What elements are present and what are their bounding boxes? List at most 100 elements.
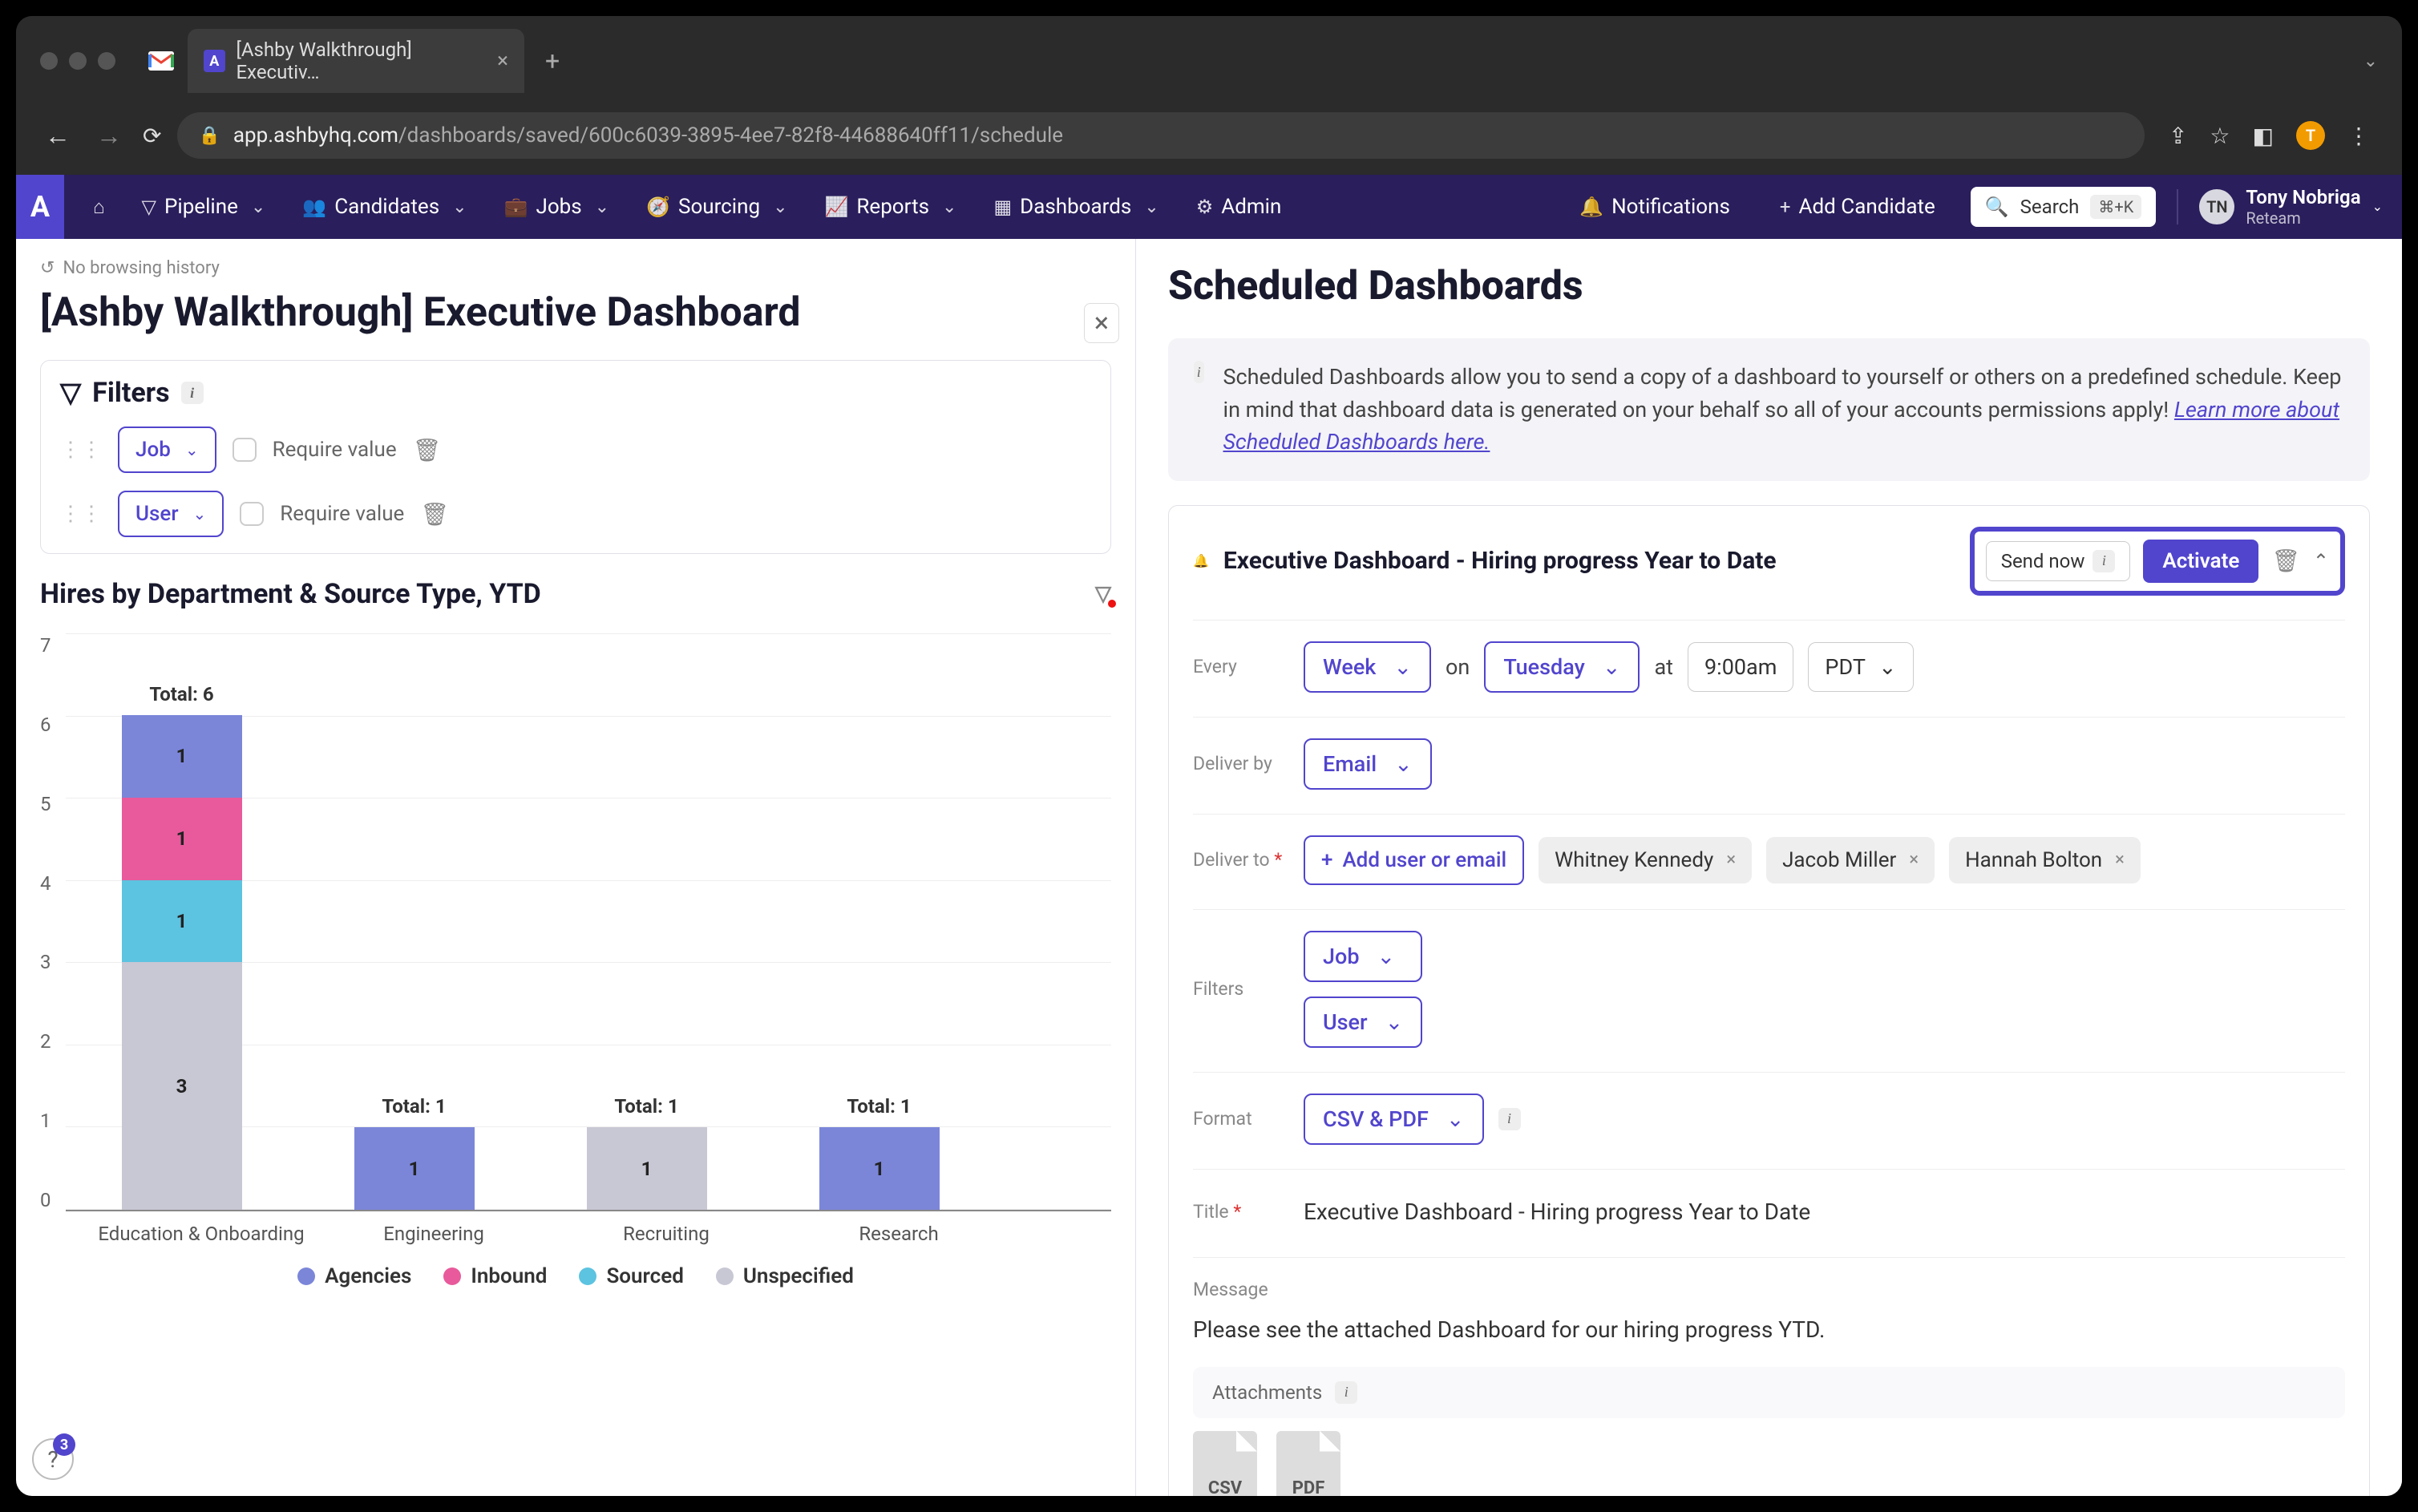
minimize-window[interactable] bbox=[69, 52, 87, 70]
chart-plot: 76543210 Total: 63111Total: 11Total: 11T… bbox=[40, 634, 1111, 1211]
chevron-down-icon: ⌄ bbox=[1878, 654, 1897, 680]
deliver-to-label: Deliver to * bbox=[1193, 849, 1289, 871]
timezone-select[interactable]: PDT⌄ bbox=[1808, 642, 1913, 692]
chart-title: Hires by Department & Source Type, YTD bbox=[40, 578, 541, 610]
gmail-tab-icon[interactable] bbox=[144, 44, 178, 78]
frequency-select[interactable]: Week⌄ bbox=[1304, 641, 1431, 693]
at-label: at bbox=[1654, 654, 1673, 680]
reload-button[interactable]: ⟳ bbox=[143, 123, 161, 149]
chevron-down-icon: ⌄ bbox=[1394, 751, 1413, 777]
chevron-down-icon: ⌄ bbox=[1377, 944, 1396, 969]
chevron-down-icon: ⌄ bbox=[193, 504, 207, 524]
message-input[interactable]: Please see the attached Dashboard for ou… bbox=[1193, 1316, 2345, 1343]
delivery-method-select[interactable]: Email⌄ bbox=[1304, 738, 1432, 790]
info-icon[interactable]: i bbox=[1335, 1381, 1357, 1404]
maximize-window[interactable] bbox=[98, 52, 115, 70]
share-icon[interactable]: ⇪ bbox=[2169, 123, 2187, 149]
info-icon[interactable]: i bbox=[181, 382, 204, 404]
filter-select-user[interactable]: User⌄ bbox=[118, 491, 224, 537]
panel-title: Scheduled Dashboards bbox=[1168, 263, 2370, 309]
add-candidate-button[interactable]: +Add Candidate bbox=[1765, 187, 1950, 227]
bell-icon: 🔔 bbox=[1193, 553, 1209, 568]
format-select[interactable]: CSV & PDF⌄ bbox=[1304, 1094, 1484, 1145]
filter-select-job[interactable]: Job⌄ bbox=[118, 427, 216, 473]
close-window[interactable] bbox=[40, 52, 58, 70]
help-count-badge: 3 bbox=[53, 1433, 75, 1456]
filters-card: ▽ Filters i ⋮⋮ Job⌄ Require value 🗑 bbox=[40, 360, 1111, 554]
search-icon: 🔍 bbox=[1985, 196, 2009, 218]
activate-button[interactable]: Activate bbox=[2143, 540, 2258, 583]
deliver-by-label: Deliver by bbox=[1193, 753, 1289, 774]
user-name: Tony Nobriga bbox=[2246, 186, 2360, 209]
plus-icon: + bbox=[1321, 848, 1332, 872]
nav-dashboards[interactable]: ▦Dashboards bbox=[979, 187, 1173, 227]
chevron-down-icon: ⌄ bbox=[1393, 654, 1412, 680]
chart-filter-indicator-icon[interactable]: ▽ bbox=[1095, 582, 1111, 606]
nav-pipeline[interactable]: ▽Pipeline bbox=[127, 187, 281, 227]
drag-handle-icon[interactable]: ⋮⋮ bbox=[60, 502, 102, 526]
schedule-filter-job[interactable]: Job⌄ bbox=[1304, 931, 1422, 982]
search-button[interactable]: 🔍 Search ⌘+K bbox=[1971, 187, 2157, 227]
on-label: on bbox=[1446, 654, 1470, 680]
title-input[interactable]: Executive Dashboard - Hiring progress Ye… bbox=[1304, 1191, 1810, 1233]
address-bar[interactable]: 🔒 app.ashbyhq.com/dashboards/saved/600c6… bbox=[177, 112, 2144, 159]
bookmark-icon[interactable]: ☆ bbox=[2210, 123, 2230, 149]
url-text: app.ashbyhq.com/dashboards/saved/600c603… bbox=[233, 123, 1063, 148]
schedule-filter-user[interactable]: User⌄ bbox=[1304, 997, 1422, 1048]
attachment-csv[interactable]: CSV bbox=[1193, 1431, 1257, 1497]
help-button[interactable]: ? 3 bbox=[32, 1438, 74, 1480]
attachment-pdf[interactable]: PDF bbox=[1276, 1431, 1340, 1497]
chevron-down-icon: ⌄ bbox=[185, 440, 199, 459]
add-recipient-button[interactable]: +Add user or email bbox=[1304, 835, 1524, 885]
filter-icon: ▽ bbox=[60, 377, 81, 409]
forward-button: → bbox=[91, 120, 127, 151]
delete-filter-icon[interactable]: 🗑 bbox=[420, 501, 449, 528]
remove-chip-icon[interactable]: × bbox=[2115, 850, 2125, 870]
require-value-label: Require value bbox=[273, 438, 397, 462]
remove-chip-icon[interactable]: × bbox=[1909, 850, 1919, 870]
nav-jobs[interactable]: 💼Jobs bbox=[490, 187, 625, 227]
message-label: Message bbox=[1193, 1279, 1289, 1300]
day-select[interactable]: Tuesday⌄ bbox=[1484, 641, 1640, 693]
delete-filter-icon[interactable]: 🗑 bbox=[413, 437, 442, 463]
require-value-checkbox[interactable] bbox=[240, 502, 264, 526]
nav-admin[interactable]: ⚙Admin bbox=[1182, 187, 1296, 227]
time-input[interactable]: 9:00am bbox=[1688, 642, 1793, 692]
close-panel-button[interactable]: × bbox=[1084, 303, 1119, 343]
app-logo[interactable]: A bbox=[16, 175, 64, 239]
breadcrumb: ↺ No browsing history bbox=[40, 258, 1111, 278]
tab-title: [Ashby Walkthrough] Executiv… bbox=[237, 38, 487, 83]
profile-avatar[interactable]: T bbox=[2296, 121, 2325, 150]
nav-reports[interactable]: 📈Reports bbox=[811, 187, 972, 227]
home-icon[interactable]: ⌂ bbox=[79, 188, 119, 227]
browser-tab-active[interactable]: A [Ashby Walkthrough] Executiv… × bbox=[188, 29, 524, 93]
notifications-button[interactable]: 🔔Notifications bbox=[1565, 187, 1745, 227]
format-label: Format bbox=[1193, 1108, 1289, 1130]
nav-sourcing[interactable]: 🧭Sourcing bbox=[632, 187, 802, 227]
chevron-down-icon: ⌄ bbox=[1385, 1009, 1404, 1035]
attachments-header: Attachments i bbox=[1193, 1367, 2345, 1418]
search-shortcut: ⌘+K bbox=[2090, 195, 2141, 219]
nav-candidates[interactable]: 👥Candidates bbox=[288, 187, 481, 227]
chevron-down-icon: ⌄ bbox=[1603, 654, 1621, 680]
user-menu[interactable]: TN Tony Nobriga Reteam ⌄ bbox=[2199, 186, 2383, 228]
new-tab-button[interactable]: + bbox=[534, 46, 571, 76]
window-controls[interactable] bbox=[40, 52, 115, 70]
close-tab-icon[interactable]: × bbox=[497, 49, 508, 73]
lock-icon: 🔒 bbox=[198, 126, 220, 146]
user-avatar: TN bbox=[2199, 189, 2234, 224]
history-icon: ↺ bbox=[40, 258, 55, 278]
collapse-icon[interactable]: ⌃ bbox=[2313, 550, 2329, 572]
back-button[interactable]: ← bbox=[40, 120, 75, 151]
info-icon[interactable]: i bbox=[1498, 1108, 1521, 1130]
delete-schedule-icon[interactable]: 🗑 bbox=[2271, 548, 2300, 574]
info-icon: i bbox=[2092, 550, 2115, 572]
send-now-button[interactable]: Send now i bbox=[1986, 541, 2131, 581]
browser-menu-icon[interactable]: ⋮ bbox=[2347, 123, 2370, 149]
drag-handle-icon[interactable]: ⋮⋮ bbox=[60, 438, 102, 462]
tabs-dropdown-icon[interactable]: ⌄ bbox=[2363, 51, 2378, 71]
require-value-checkbox[interactable] bbox=[232, 438, 257, 462]
remove-chip-icon[interactable]: × bbox=[1726, 850, 1736, 870]
panel-icon[interactable]: ◧ bbox=[2253, 123, 2274, 149]
title-label: Title * bbox=[1193, 1201, 1289, 1223]
